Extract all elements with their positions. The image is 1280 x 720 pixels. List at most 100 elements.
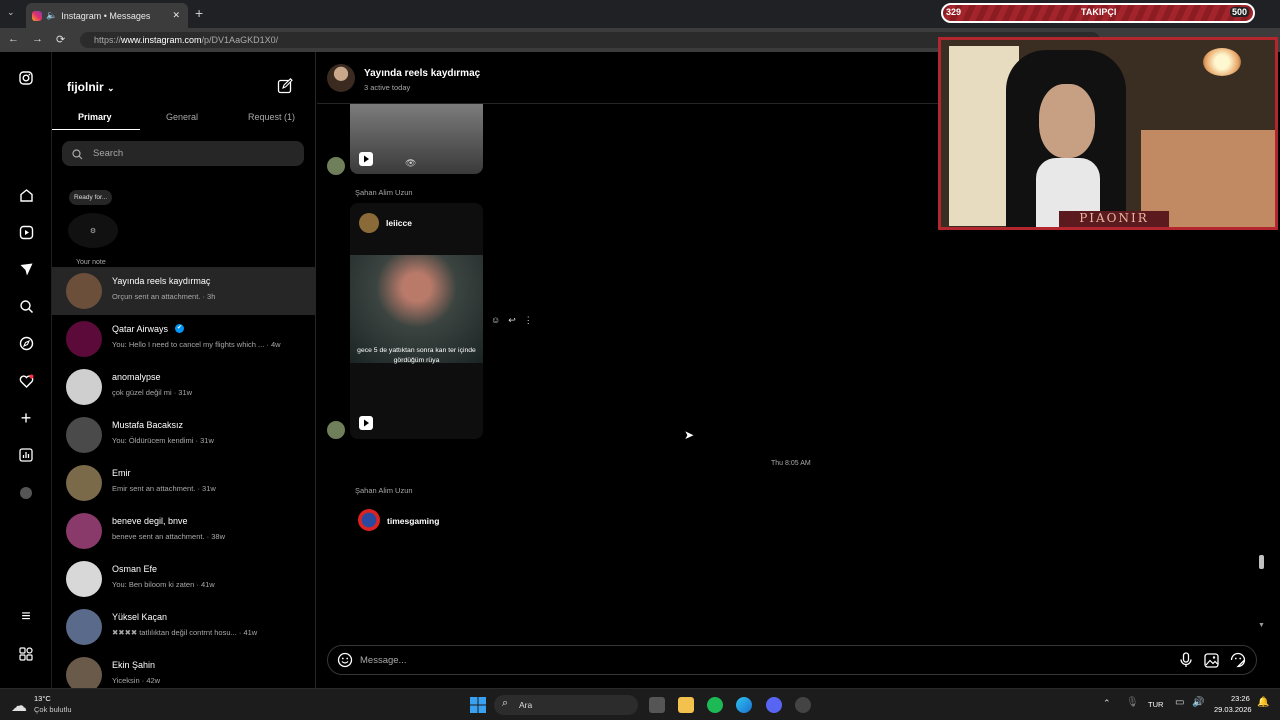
conversation-item[interactable]: Yüksel Kaçan ✖✖✖✖ tatlılıktan değil contr… (52, 603, 316, 651)
conversation-avatar (66, 417, 102, 453)
reply-icon[interactable]: ↩ (508, 315, 516, 326)
username: fijolnir (67, 80, 104, 94)
sender-avatar[interactable] (327, 421, 345, 439)
conversation-item[interactable]: Mustafa Bacaksız You: Öldürücem kendimi ·… (52, 411, 316, 459)
chat-scrollbar[interactable] (1259, 555, 1264, 569)
instagram-logo-icon[interactable] (17, 69, 35, 87)
weather-desc[interactable]: Çok bulutlu (34, 705, 72, 714)
chat-title[interactable]: Yayında reels kaydırmaç (364, 68, 480, 79)
follower-count: 329 (946, 7, 962, 17)
reel2-author-avatar[interactable] (358, 509, 380, 531)
scroll-down-arrow-icon[interactable]: ▼ (1258, 622, 1265, 629)
new-message-icon[interactable] (277, 78, 293, 99)
group-avatar[interactable] (327, 64, 355, 92)
sticker-icon[interactable] (1230, 652, 1246, 673)
forward-icon[interactable]: → (32, 33, 43, 45)
apps-icon[interactable] (17, 645, 35, 663)
network-icon[interactable]: ▭ (1175, 697, 1184, 708)
show-hidden-icons[interactable]: ⌃ (1103, 698, 1111, 709)
search-icon (72, 147, 83, 165)
file-explorer-icon[interactable] (678, 697, 694, 713)
list-scrollbar[interactable] (311, 52, 315, 688)
url-host: www.instagram.com (121, 35, 202, 45)
conversation-item[interactable]: Qatar Airways You: Hello I need to cancel… (52, 315, 316, 363)
weather-temp[interactable]: 13°C (34, 694, 51, 703)
close-tab-icon[interactable]: ✕ (172, 10, 180, 21)
reload-icon[interactable]: ⟳ (56, 33, 65, 46)
tab-general[interactable]: General (166, 112, 198, 122)
conversation-preview: beneve sent an attachment. · 38w (112, 532, 225, 541)
spotify-icon[interactable] (707, 697, 723, 713)
taskbar-search[interactable]: ⌕ Ara (494, 695, 638, 715)
notification-bell-icon[interactable]: 🔔 (1257, 697, 1269, 708)
search-icon[interactable] (17, 297, 35, 315)
url-path: /p/DV1AaGKD1X0/ (201, 35, 279, 45)
reel2-author-name[interactable]: timesgaming (387, 516, 439, 526)
nav-rail: + ≡ (0, 52, 52, 688)
tab-requests[interactable]: Request (1) (248, 112, 295, 122)
explore-icon[interactable] (17, 334, 35, 352)
conversation-item[interactable]: anomalypse çok güzel değil mi · 31w (52, 363, 316, 411)
conversation-name: Emir (112, 468, 131, 478)
username-switcher[interactable]: fijolnir ⌄ (67, 80, 115, 94)
search-box[interactable]: Search (62, 141, 304, 166)
new-tab-icon[interactable]: + (195, 5, 203, 21)
reel-card[interactable]: leiicce gece 5 de yattıktan sonra kan te… (350, 203, 483, 439)
chevron-down-icon: ⌄ (107, 83, 115, 93)
search-icon: ⌕ (502, 697, 509, 709)
conversation-name: anomalypse (112, 372, 161, 382)
taskbar-search-label: Ara (519, 700, 533, 710)
profile-avatar-icon[interactable] (17, 484, 35, 502)
back-icon[interactable]: ← (8, 33, 19, 45)
react-emoji-icon[interactable]: ☺ (491, 315, 500, 326)
speaker-icon[interactable]: 🔈 (46, 10, 57, 21)
conversation-item[interactable]: beneve degil, bnve beneve sent an attachm… (52, 507, 316, 555)
browser-tab[interactable]: 🔈 Instagram • Messages ✕ (26, 3, 188, 28)
message-composer[interactable]: Message... (327, 645, 1257, 675)
reel-play-icon (359, 152, 373, 166)
conversation-preview: You: Hello I need to cancel my flights w… (112, 340, 281, 349)
webcam-overlay: PIAONIR (938, 37, 1278, 230)
tab-primary[interactable]: Primary (78, 112, 112, 122)
reels-icon[interactable] (17, 223, 35, 241)
microphone-icon[interactable] (1179, 652, 1193, 673)
clock-time[interactable]: 23:26 (1231, 694, 1250, 703)
edge-browser-icon[interactable] (736, 697, 752, 713)
note-avatar[interactable]: ⚙ (68, 213, 118, 248)
note-bubble[interactable]: Ready for... (69, 190, 113, 205)
image-upload-icon[interactable] (1204, 653, 1219, 673)
webcam-person (1039, 84, 1095, 158)
emoji-picker-icon[interactable] (337, 652, 353, 673)
tab-list-chevron-icon[interactable]: ⌄ (7, 7, 15, 18)
conversation-avatar (66, 513, 102, 549)
notifications-heart-icon[interactable] (17, 372, 35, 390)
language-indicator[interactable]: TUR (1148, 700, 1163, 709)
reel-thumbnail-top[interactable]: 👁 (350, 104, 483, 174)
home-icon[interactable] (17, 186, 35, 204)
more-options-icon[interactable]: ⋮ (524, 315, 533, 326)
steam-icon[interactable] (795, 697, 811, 713)
conversation-item[interactable]: Emir Emir sent an attachment. · 31w (52, 459, 316, 507)
conversation-preview: Yiceksin · 42w (112, 676, 161, 685)
microphone-tray-icon[interactable]: 🎙 (1126, 697, 1139, 708)
start-windows-icon[interactable] (470, 697, 486, 718)
reel-play-icon (359, 416, 373, 430)
create-plus-icon[interactable]: + (17, 408, 35, 428)
conversation-preview: ✖✖✖✖ tatlılıktan değil contrnt hosu... ·… (112, 628, 258, 637)
conversation-item[interactable]: Osman Efe You: Ben biloom ki zaten · 41w (52, 555, 316, 603)
webcam-lamp (1203, 48, 1241, 76)
message-input[interactable]: Message... (360, 655, 406, 666)
sender-avatar[interactable] (327, 157, 345, 175)
dashboard-icon[interactable] (17, 446, 35, 464)
weather-cloud-icon[interactable]: ☁ (11, 696, 27, 716)
conversation-item[interactable]: Yayında reels kaydırmaç Orçun sent an att… (52, 267, 316, 315)
clock-date[interactable]: 29.03.2026 (1214, 705, 1252, 714)
conversation-name: Mustafa Bacaksız (112, 420, 184, 430)
follower-goal-bar: 329 TAKIPÇI 500 (941, 3, 1255, 23)
messages-icon[interactable] (17, 260, 35, 278)
task-view-icon[interactable] (649, 697, 665, 713)
search-input[interactable]: Search (93, 148, 123, 159)
menu-icon[interactable]: ≡ (17, 608, 35, 626)
discord-icon[interactable] (766, 697, 782, 713)
volume-icon[interactable]: 🔊 (1192, 697, 1204, 708)
